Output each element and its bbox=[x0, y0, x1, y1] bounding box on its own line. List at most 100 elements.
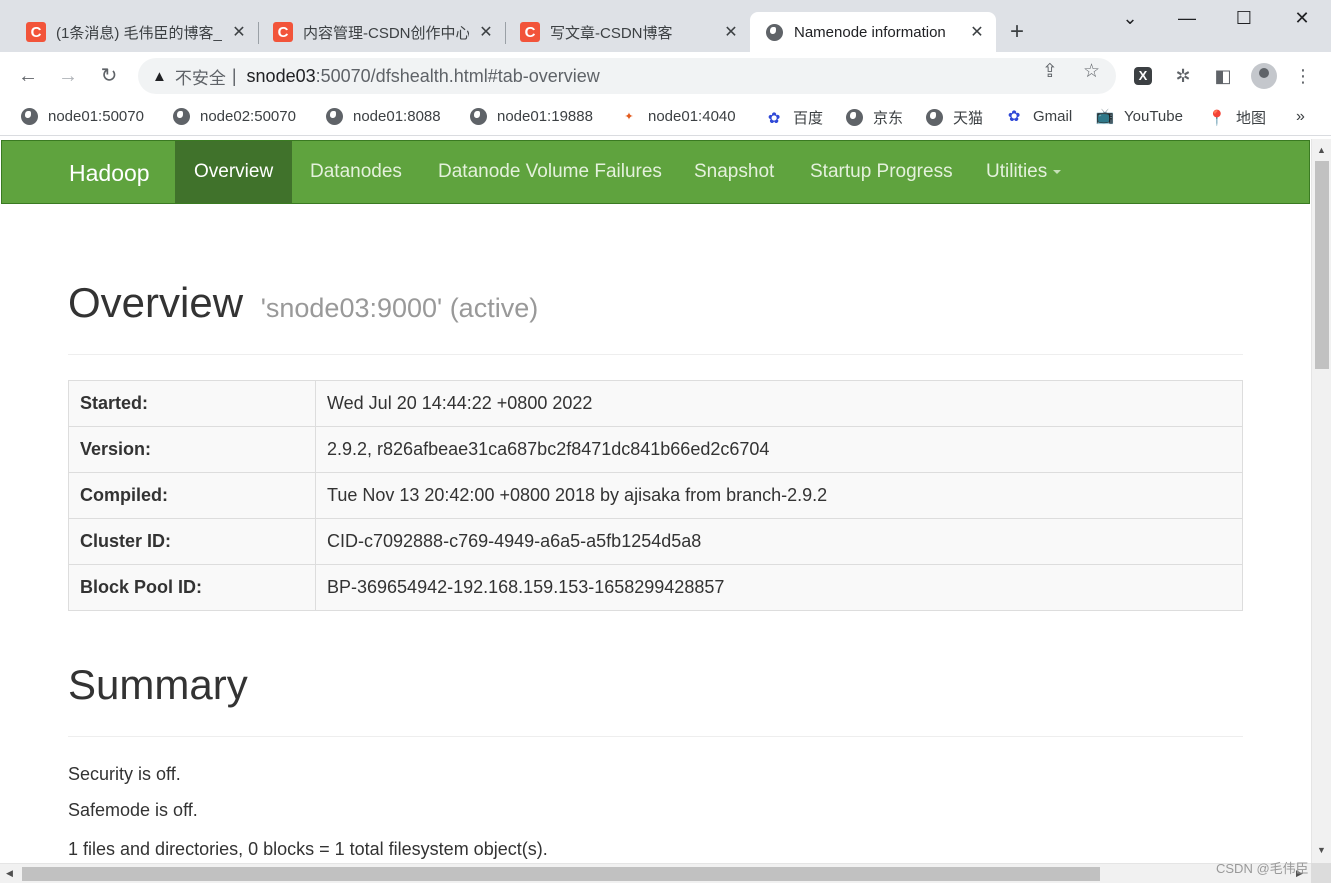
nav-datanode-volume-failures[interactable]: Datanode Volume Failures bbox=[419, 141, 681, 203]
baidu-icon: ✿ bbox=[1007, 108, 1021, 125]
puzzle-icon[interactable]: ✲ bbox=[1172, 65, 1194, 87]
url-host: snode03 bbox=[246, 65, 316, 86]
maps-icon: 📍 bbox=[1207, 109, 1227, 127]
close-icon[interactable]: ✕ bbox=[968, 22, 986, 42]
baidu-icon: ✿ bbox=[767, 109, 781, 127]
table-row: Cluster ID: CID-c7092888-c769-4949-a6a5-… bbox=[68, 518, 1243, 565]
table-value: 2.9.2, r826afbeae31ca687bc2f8471dc841b66… bbox=[315, 426, 1243, 473]
browser-window: C (1条消息) 毛伟臣的博客_ ✕ C 内容管理-CSDN创作中心 ✕ C 写… bbox=[0, 0, 1331, 883]
scroll-left-icon[interactable]: ◀ bbox=[6, 868, 13, 879]
summary-title: Summary bbox=[68, 661, 248, 708]
scroll-up-icon[interactable]: ▲ bbox=[1317, 145, 1326, 155]
table-value: CID-c7092888-c769-4949-a6a5-a5fb1254d5a8 bbox=[315, 518, 1243, 565]
nav-startup-progress[interactable]: Startup Progress bbox=[791, 141, 972, 203]
bookmark-item[interactable]: node01:19888 bbox=[469, 107, 593, 125]
separator: | bbox=[231, 65, 237, 86]
bookmarks-bar: node01:50070 node02:50070 node01:8088 no… bbox=[0, 100, 1331, 136]
close-icon[interactable]: ✕ bbox=[230, 22, 248, 42]
sidepanel-icon[interactable]: ◧ bbox=[1212, 65, 1234, 87]
new-tab-button[interactable]: + bbox=[1010, 20, 1024, 44]
summary-filesystem: 1 files and directories, 0 blocks = 1 to… bbox=[68, 839, 548, 859]
table-row: Compiled: Tue Nov 13 20:42:00 +0800 2018… bbox=[68, 472, 1243, 519]
globe-icon bbox=[325, 107, 343, 125]
bookmark-item[interactable]: 📺 YouTube bbox=[1095, 107, 1183, 126]
bookmark-item[interactable]: node01:50070 bbox=[20, 107, 144, 125]
table-value: Wed Jul 20 14:44:22 +0800 2022 bbox=[315, 380, 1243, 427]
bilibili-icon: 📺 bbox=[1095, 108, 1115, 125]
overview-table: Started: Wed Jul 20 14:44:22 +0800 2022 … bbox=[68, 380, 1243, 611]
bookmark-item[interactable]: node01:8088 bbox=[325, 107, 441, 125]
tab-csdn-write[interactable]: C 写文章-CSDN博客 ✕ bbox=[506, 12, 750, 52]
tab-namenode[interactable]: Namenode information ✕ bbox=[750, 12, 996, 52]
close-icon[interactable]: ✕ bbox=[477, 22, 495, 42]
bookmark-item[interactable]: 天猫 bbox=[925, 107, 983, 128]
bookmark-item[interactable]: 📍 地图 bbox=[1208, 107, 1266, 128]
divider bbox=[68, 354, 1243, 355]
menu-icon[interactable]: ⋮ bbox=[1292, 65, 1314, 87]
minimize-button[interactable]: — bbox=[1175, 8, 1199, 29]
spark-icon: ✦ bbox=[624, 110, 634, 123]
table-row: Block Pool ID: BP-369654942-192.168.159.… bbox=[68, 564, 1243, 611]
address-bar[interactable]: ▲ 不安全 | snode03:50070/dfshealth.html#tab… bbox=[138, 58, 1116, 94]
back-icon[interactable]: ← bbox=[16, 64, 40, 88]
vertical-scrollbar[interactable]: ▲ ▼ bbox=[1311, 139, 1331, 863]
table-key: Started: bbox=[68, 380, 316, 427]
summary-security: Security is off. bbox=[68, 764, 181, 784]
scrollbar-corner bbox=[1311, 863, 1331, 883]
table-key: Version: bbox=[68, 426, 316, 473]
csdn-icon: C bbox=[520, 22, 540, 42]
page-title: Overview 'snode03:9000' (active) bbox=[68, 279, 539, 326]
bookmark-item[interactable]: ✿ Gmail bbox=[1005, 107, 1072, 126]
nav-utilities-label: Utilities bbox=[986, 161, 1048, 182]
summary-safemode: Safemode is off. bbox=[68, 800, 198, 820]
table-key: Cluster ID: bbox=[68, 518, 316, 565]
nav-snapshot[interactable]: Snapshot bbox=[675, 141, 793, 203]
avatar[interactable] bbox=[1251, 63, 1277, 89]
divider bbox=[68, 736, 1243, 737]
tab-strip: C (1条消息) 毛伟臣的博客_ ✕ C 内容管理-CSDN创作中心 ✕ C 写… bbox=[0, 0, 1331, 52]
tab-title: 内容管理-CSDN创作中心 bbox=[303, 24, 469, 42]
horizontal-scrollbar[interactable]: ◀ ▶ bbox=[0, 863, 1311, 883]
globe-icon bbox=[172, 107, 190, 125]
tab-csdn-blog[interactable]: C (1条消息) 毛伟臣的博客_ ✕ bbox=[12, 12, 258, 52]
reload-icon[interactable]: ↻ bbox=[97, 64, 121, 88]
globe-icon bbox=[469, 107, 487, 125]
extension-x-icon[interactable]: X bbox=[1134, 67, 1152, 85]
caret-down-icon bbox=[1053, 169, 1062, 174]
csdn-icon: C bbox=[273, 22, 293, 42]
table-row: Version: 2.9.2, r826afbeae31ca687bc2f847… bbox=[68, 426, 1243, 473]
maximize-button[interactable]: ☐ bbox=[1232, 8, 1256, 29]
hadoop-brand[interactable]: Hadoop bbox=[69, 160, 150, 187]
bookmarks-more-icon[interactable]: » bbox=[1296, 108, 1305, 126]
close-icon[interactable]: ✕ bbox=[722, 22, 740, 42]
table-value: Tue Nov 13 20:42:00 +0800 2018 by ajisak… bbox=[315, 472, 1243, 519]
table-key: Block Pool ID: bbox=[68, 564, 316, 611]
bookmark-item[interactable]: ✦ node01:4040 bbox=[620, 107, 735, 125]
globe-icon bbox=[764, 22, 784, 42]
browser-toolbar: ← → ↻ ▲ 不安全 | snode03:50070/dfshealth.ht… bbox=[0, 52, 1331, 100]
close-window-button[interactable]: ✕ bbox=[1290, 8, 1314, 29]
tab-title: 写文章-CSDN博客 bbox=[550, 24, 673, 42]
nav-utilities[interactable]: Utilities bbox=[967, 141, 1080, 203]
horizontal-scroll-thumb[interactable] bbox=[22, 867, 1100, 881]
csdn-watermark: CSDN @毛伟臣 bbox=[1216, 861, 1309, 876]
bookmark-item[interactable]: 京东 bbox=[845, 107, 903, 128]
nav-datanodes[interactable]: Datanodes bbox=[291, 141, 421, 203]
hadoop-navbar: Hadoop Overview Datanodes Datanode Volum… bbox=[1, 140, 1310, 204]
nav-overview[interactable]: Overview bbox=[175, 141, 293, 203]
table-value: BP-369654942-192.168.159.153-16582994288… bbox=[315, 564, 1243, 611]
warning-icon[interactable]: ▲ bbox=[152, 68, 167, 85]
bookmark-item[interactable]: ✿ 百度 bbox=[765, 107, 823, 128]
vertical-scroll-thumb[interactable] bbox=[1315, 161, 1329, 369]
table-key: Compiled: bbox=[68, 472, 316, 519]
forward-icon[interactable]: → bbox=[56, 64, 80, 88]
not-secure-label[interactable]: 不安全 bbox=[175, 64, 226, 89]
globe-icon bbox=[845, 109, 863, 127]
scroll-down-icon[interactable]: ▼ bbox=[1317, 845, 1326, 855]
globe-icon bbox=[925, 109, 943, 127]
tab-csdn-content[interactable]: C 内容管理-CSDN创作中心 ✕ bbox=[259, 12, 505, 52]
share-icon[interactable]: ⇪ bbox=[1042, 60, 1058, 83]
tab-search-icon[interactable]: ⌄ bbox=[1118, 8, 1142, 29]
bookmark-item[interactable]: node02:50070 bbox=[172, 107, 296, 125]
star-icon[interactable]: ☆ bbox=[1083, 60, 1100, 83]
